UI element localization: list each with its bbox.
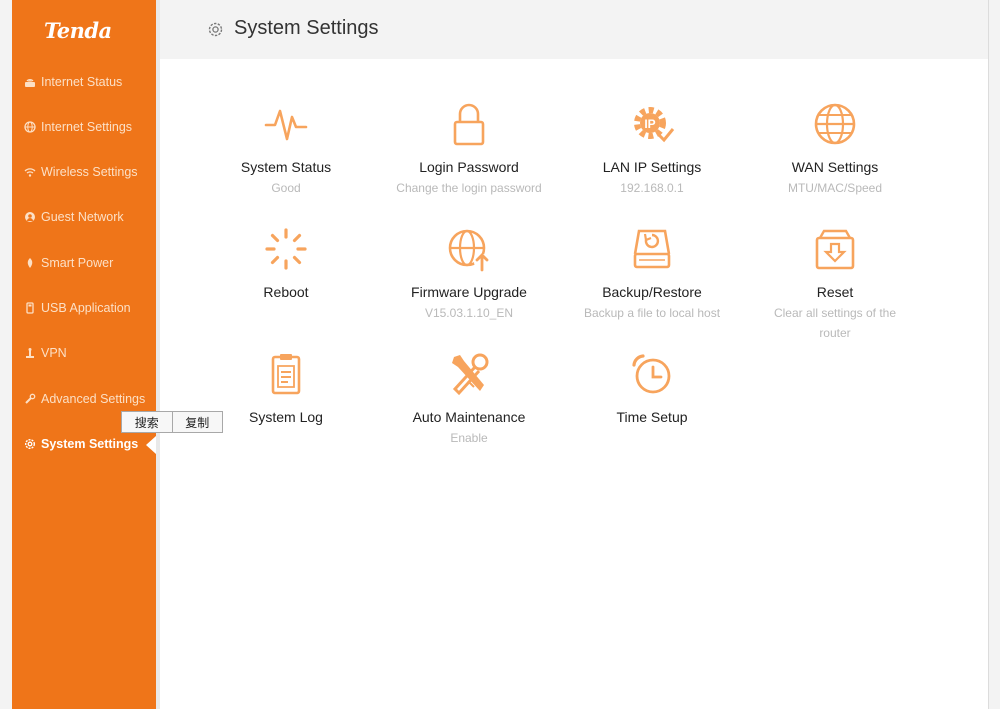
window-right-edge: [988, 0, 1000, 709]
tile-description: Change the login password: [396, 181, 542, 195]
sidebar-item-advanced-settings[interactable]: Advanced Settings: [12, 384, 156, 414]
spinner-icon: [196, 226, 376, 272]
tile-label: Time Setup: [616, 409, 688, 425]
tile-description: MTU/MAC/Speed: [787, 181, 883, 195]
page-title: System Settings: [234, 17, 379, 39]
ip-gear-icon: IP: [562, 101, 742, 147]
tile-label: Auto Maintenance: [412, 409, 526, 425]
sidebar-item-label: Smart Power: [41, 256, 114, 270]
time-setup-tile[interactable]: Time Setup: [562, 351, 742, 428]
active-item-pointer: [146, 436, 156, 454]
context-menu: 搜索 复制: [121, 411, 223, 433]
tile-label: System Log: [249, 409, 323, 425]
box-download-icon: [745, 226, 925, 272]
svg-text:IP: IP: [644, 117, 655, 131]
tile-description: Clear all settings of the router: [773, 306, 897, 340]
power-icon: [24, 257, 36, 269]
firmware-upgrade-tile[interactable]: Firmware Upgrade V15.03.1.10_EN: [379, 226, 559, 323]
tile-label: System Status: [240, 159, 332, 175]
tenda-logo: Tenda: [44, 18, 112, 43]
system-log-tile[interactable]: System Log: [196, 351, 376, 428]
sidebar-item-vpn[interactable]: VPN: [12, 338, 156, 368]
tile-label: LAN IP Settings: [602, 159, 702, 175]
sidebar-item-label: Internet Status: [41, 75, 123, 89]
sidebar-item-label: Guest Network: [41, 210, 124, 224]
tools-icon: [379, 351, 559, 397]
tile-label: Reset: [816, 284, 854, 300]
sidebar-item-system-settings[interactable]: System Settings: [12, 429, 156, 459]
sidebar-item-smart-power[interactable]: Smart Power: [12, 248, 156, 278]
reboot-tile[interactable]: Reboot: [196, 226, 376, 303]
tile-description: Enable: [450, 431, 488, 445]
pulse-icon: [196, 101, 376, 147]
usb-icon: [24, 302, 36, 314]
sidebar-item-guest-network[interactable]: Guest Network: [12, 202, 156, 232]
sidebar-item-label: System Settings: [41, 437, 139, 451]
globe-icon: [745, 101, 925, 147]
auto-maintenance-tile[interactable]: Auto Maintenance Enable: [379, 351, 559, 448]
tile-label: Backup/Restore: [602, 284, 702, 300]
tile-label: Reboot: [263, 284, 309, 300]
sidebar-item-label: Advanced Settings: [41, 392, 146, 406]
globe-icon: [24, 121, 36, 133]
sidebar: Tenda Internet Status Internet Settings …: [12, 0, 156, 709]
sidebar-item-label: VPN: [41, 346, 67, 360]
drive-restore-icon: [562, 226, 742, 272]
sidebar-item-usb-application[interactable]: USB Application: [12, 293, 156, 323]
sidebar-item-internet-settings[interactable]: Internet Settings: [12, 112, 156, 142]
wan-settings-tile[interactable]: WAN Settings MTU/MAC/Speed: [745, 101, 925, 198]
sidebar-item-internet-status[interactable]: Internet Status: [12, 67, 156, 97]
gear-icon: [24, 438, 36, 450]
alarm-clock-icon: [562, 351, 742, 397]
tile-label: WAN Settings: [791, 159, 879, 175]
reset-tile[interactable]: Reset Clear all settings of the router: [745, 226, 925, 343]
tile-label: Login Password: [419, 159, 519, 175]
settings-panel: System Status Good Login Password Change…: [160, 59, 988, 709]
wrench-icon: [24, 393, 36, 405]
globe-upload-icon: [379, 226, 559, 272]
sidebar-item-label: Internet Settings: [41, 120, 133, 134]
tile-description: Good: [271, 181, 301, 195]
search-menu-item[interactable]: 搜索: [122, 412, 173, 432]
backup-restore-tile[interactable]: Backup/Restore Backup a file to local ho…: [562, 226, 742, 323]
clipboard-icon: [196, 351, 376, 397]
lock-icon: [379, 101, 559, 147]
sidebar-item-label: USB Application: [41, 301, 131, 315]
login-password-tile[interactable]: Login Password Change the login password: [379, 101, 559, 198]
system-status-tile[interactable]: System Status Good: [196, 101, 376, 198]
sidebar-item-wireless-settings[interactable]: Wireless Settings: [12, 157, 156, 187]
wifi-icon: [24, 166, 36, 178]
tile-label: Firmware Upgrade: [411, 284, 527, 300]
sidebar-item-label: Wireless Settings: [41, 165, 138, 179]
guest-icon: [24, 211, 36, 223]
page-header: System Settings: [160, 0, 988, 59]
tile-description: 192.168.0.1: [620, 181, 684, 195]
tile-description: V15.03.1.10_EN: [424, 306, 514, 320]
gear-icon: [207, 21, 224, 43]
lan-ip-settings-tile[interactable]: IP LAN IP Settings 192.168.0.1: [562, 101, 742, 198]
tile-description: Backup a file to local host: [583, 306, 721, 320]
vpn-icon: [24, 347, 36, 359]
copy-menu-item[interactable]: 复制: [173, 412, 223, 432]
router-icon: [24, 76, 36, 88]
